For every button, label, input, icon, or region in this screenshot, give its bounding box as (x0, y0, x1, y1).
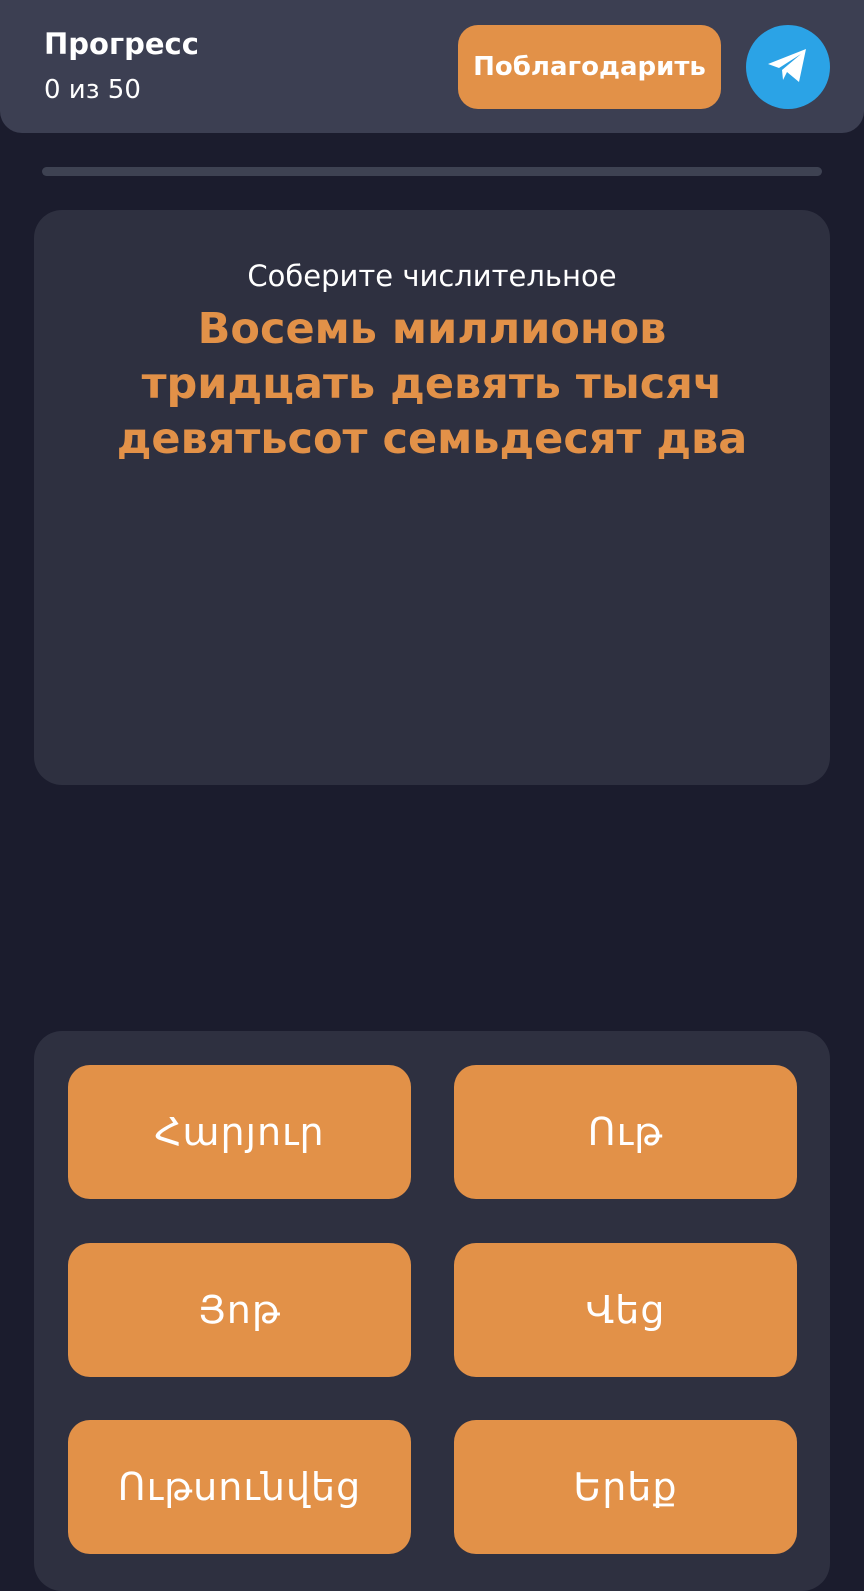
telegram-icon (765, 45, 811, 89)
question-instruction: Соберите числительное (247, 259, 617, 293)
question-card: Соберите числительное Восемь миллионов т… (34, 210, 830, 785)
answers-panel: Հարյուր Ութ Յոթ Վեց Ութսունվեց Երեք (34, 1031, 830, 1591)
progress-count: 0 из 50 (44, 75, 141, 105)
answer-option[interactable]: Երեք (454, 1420, 797, 1554)
answer-option[interactable]: Հարյուր (68, 1065, 411, 1199)
progress-bar (42, 167, 822, 176)
telegram-button[interactable] (746, 25, 830, 109)
answer-option[interactable]: Ութսունվեց (68, 1420, 411, 1554)
answer-option[interactable]: Ութ (454, 1065, 797, 1199)
question-text: Восемь миллионов тридцать девять тысяч д… (116, 304, 748, 464)
answer-option[interactable]: Վեց (454, 1243, 797, 1377)
progress-title: Прогресс (44, 27, 199, 61)
header: Прогресс 0 из 50 Поблагодарить (0, 0, 864, 133)
answer-option[interactable]: Յոթ (68, 1243, 411, 1377)
thank-button[interactable]: Поблагодарить (458, 25, 721, 109)
